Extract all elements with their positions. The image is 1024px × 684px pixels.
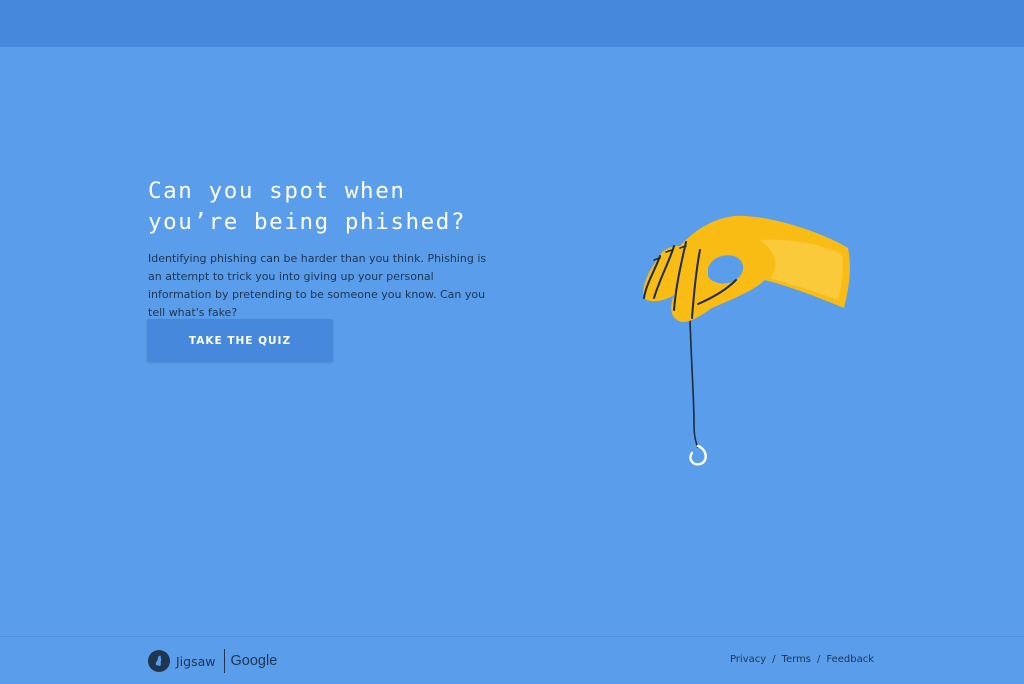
- brand-jigsaw-text: Jigsaw: [176, 653, 216, 669]
- footer-separator: /: [817, 654, 821, 665]
- privacy-link[interactable]: Privacy: [730, 654, 766, 665]
- brand-lockup[interactable]: Jigsaw Google: [148, 649, 277, 673]
- brand-google-text: Google: [230, 653, 278, 669]
- footer-links: Privacy / Terms / Feedback: [730, 654, 874, 665]
- page-title-line-2: you’re being phished?: [148, 209, 467, 235]
- feedback-link[interactable]: Feedback: [826, 654, 874, 665]
- brand-divider: [223, 649, 225, 673]
- page-title: Can you spot when you’re being phished?: [148, 176, 528, 238]
- terms-link[interactable]: Terms: [782, 654, 811, 665]
- page-title-line-1: Can you spot when: [148, 178, 406, 204]
- take-the-quiz-button[interactable]: TAKE THE QUIZ: [147, 319, 333, 362]
- top-bar: [0, 0, 1024, 47]
- hero-description: Identifying phishing can be harder than …: [148, 252, 487, 319]
- footer-separator: /: [772, 654, 776, 665]
- hand-holding-hook-icon: [643, 215, 850, 466]
- jigsaw-logo-icon: [148, 650, 170, 672]
- footer: Jigsaw Google Privacy / Terms / Feedback: [0, 636, 1024, 684]
